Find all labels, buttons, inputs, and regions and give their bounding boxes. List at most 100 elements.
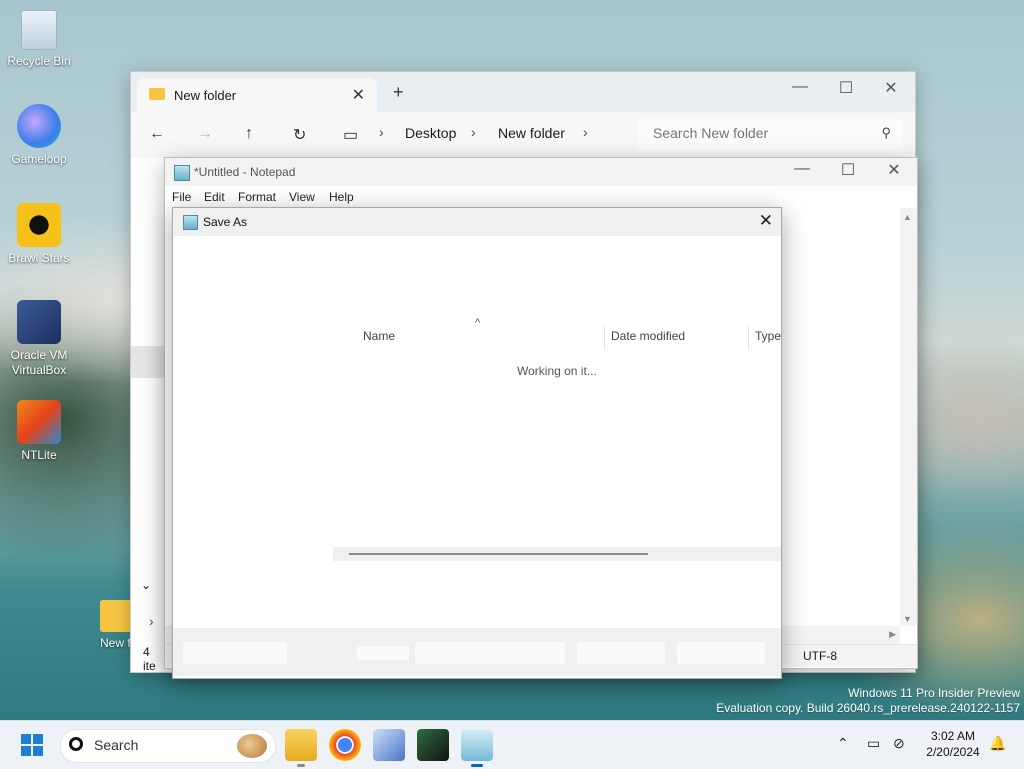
desktop-icon-label: Oracle VM VirtualBox [10, 348, 68, 377]
minimize-button[interactable]: — [787, 160, 817, 184]
menu-format[interactable]: Format [238, 190, 276, 204]
menu-file[interactable]: File [172, 190, 191, 204]
status-item-count: 4 ite [143, 645, 156, 673]
taskbar-clock[interactable]: 3:02 AM 2/20/2024 [918, 728, 988, 760]
sort-ascending-icon: ^ [475, 317, 481, 329]
desktop-icon-label: NTLite [21, 448, 57, 462]
volume-muted-icon[interactable]: ⊘ [893, 735, 905, 752]
taskbar-search[interactable]: Search [60, 729, 276, 763]
watermark-line-1: Windows 11 Pro Insider Preview [848, 686, 1020, 700]
column-divider[interactable] [604, 326, 605, 350]
desktop-icon-brawl-stars[interactable]: Brawl Stars [3, 203, 75, 266]
scrollbar-thumb[interactable] [349, 553, 648, 555]
desktop-icon-virtualbox[interactable]: Oracle VM VirtualBox [3, 300, 75, 378]
start-button[interactable] [21, 734, 43, 756]
chevron-down-icon[interactable]: ⌄ [141, 578, 151, 592]
desktop-icon-label: Gameloop [11, 152, 67, 166]
close-tab-icon[interactable]: ✕ [352, 85, 365, 105]
desktop-icon-label: Brawl Stars [8, 251, 70, 265]
running-indicator [297, 764, 305, 767]
scroll-right-icon[interactable]: ▶ [889, 629, 896, 640]
notification-bell-icon[interactable]: 🔔 [989, 735, 1006, 752]
terminal-taskbar-icon[interactable] [417, 729, 449, 761]
search-box[interactable]: ⚲ [637, 118, 903, 150]
notepad-taskbar-icon[interactable] [461, 729, 493, 767]
column-header-name[interactable]: Name [363, 329, 395, 343]
windows-logo-icon [33, 734, 43, 744]
desktop-icon-recycle-bin[interactable]: Recycle Bin [3, 10, 75, 69]
placeholder-label [357, 646, 409, 660]
maximize-button[interactable]: ☐ [831, 78, 861, 102]
notepad-titlebar[interactable]: *Untitled - Notepad — ☐ ✕ [165, 158, 917, 186]
windows-logo-icon [33, 746, 43, 756]
column-header-type[interactable]: Type [755, 329, 781, 343]
windows-watermark: Windows 11 Pro Insider Preview Evaluatio… [716, 686, 1020, 716]
close-button[interactable]: ✕ [876, 78, 906, 102]
notepad-menubar: File Edit Format View Help [165, 186, 917, 208]
minimize-button[interactable]: — [785, 78, 815, 102]
explorer-tab[interactable]: New folder ✕ [137, 78, 377, 112]
this-pc-icon[interactable]: ▭ [343, 125, 358, 145]
virtualbox-icon [17, 300, 61, 344]
explorer-tab-title: New folder [174, 88, 237, 103]
scroll-up-icon[interactable]: ▲ [903, 212, 912, 222]
search-highlight-icon [237, 734, 267, 758]
chevron-right-icon: › [583, 124, 588, 140]
chevron-right-icon: › [471, 124, 476, 140]
search-icon: ⚲ [881, 125, 891, 140]
scroll-down-icon[interactable]: ▼ [903, 614, 912, 624]
forward-arrow-icon[interactable]: → [197, 125, 213, 143]
search-input[interactable] [651, 124, 855, 142]
close-button[interactable]: ✕ [759, 211, 773, 231]
menu-view[interactable]: View [289, 190, 315, 204]
notepad-title: *Untitled - Notepad [194, 165, 296, 179]
save-as-title: Save As [203, 215, 248, 229]
encoding-label: UTF-8 [803, 649, 837, 663]
file-list-horizontal-scrollbar[interactable] [333, 547, 781, 561]
watermark-line-2: Evaluation copy. Build 26040.rs_prerelea… [716, 701, 1020, 715]
clock-date: 2/20/2024 [926, 745, 980, 759]
save-as-footer [173, 628, 781, 676]
taskbar-search-label: Search [94, 737, 139, 753]
close-button[interactable]: ✕ [879, 160, 909, 184]
chevron-right-icon: › [379, 124, 384, 140]
new-tab-button[interactable]: + [393, 82, 404, 103]
brawl-stars-icon [17, 203, 61, 247]
nav-selected-item[interactable] [131, 346, 165, 378]
explorer-tabbar: New folder ✕ + — ☐ ✕ [131, 72, 915, 112]
breadcrumb-desktop[interactable]: Desktop [405, 125, 456, 141]
back-arrow-icon[interactable]: ← [149, 125, 165, 143]
recycle-bin-icon [21, 10, 57, 50]
menu-help[interactable]: Help [329, 190, 354, 204]
menu-edit[interactable]: Edit [204, 190, 225, 204]
breadcrumb-new-folder[interactable]: New folder [498, 125, 565, 141]
network-icon[interactable]: ▭ [867, 735, 880, 752]
chevron-right-icon[interactable]: › [149, 613, 154, 629]
placeholder-button [677, 642, 765, 664]
windows-logo-icon [21, 734, 31, 744]
save-as-dialog: Save As ✕ ^ Name Date modified Type Work… [172, 207, 782, 679]
desktop-icon-gameloop[interactable]: Gameloop [3, 104, 75, 167]
maximize-button[interactable]: ☐ [833, 160, 863, 184]
navigation-pane: ⌄ › 4 ite [131, 158, 165, 673]
placeholder-button [577, 642, 665, 664]
column-divider[interactable] [748, 326, 749, 350]
windows-logo-icon [21, 746, 31, 756]
loading-status-text: Working on it... [517, 364, 597, 378]
vertical-scrollbar[interactable]: ▲ ▼ [900, 208, 917, 626]
ntlite-icon [17, 400, 61, 444]
refresh-icon[interactable]: ↻ [293, 125, 306, 145]
up-arrow-icon[interactable]: ↑ [245, 125, 253, 143]
notepad-icon [183, 215, 198, 230]
save-as-titlebar[interactable]: Save As ✕ [173, 208, 781, 236]
desktop-icon-ntlite[interactable]: NTLite [3, 400, 75, 463]
folder-icon [149, 88, 165, 100]
chevron-up-icon[interactable]: ⌃ [837, 735, 849, 752]
file-explorer-taskbar-icon[interactable] [285, 729, 317, 767]
taskbar: Search ⌃ ▭ ⊘ 3:02 AM 2/20/2024 🔔 [0, 720, 1024, 769]
chrome-taskbar-icon[interactable] [329, 729, 361, 761]
gameloop-icon [17, 104, 61, 148]
task-manager-taskbar-icon[interactable] [373, 729, 405, 761]
column-header-date-modified[interactable]: Date modified [611, 329, 685, 343]
placeholder-field [415, 642, 565, 664]
